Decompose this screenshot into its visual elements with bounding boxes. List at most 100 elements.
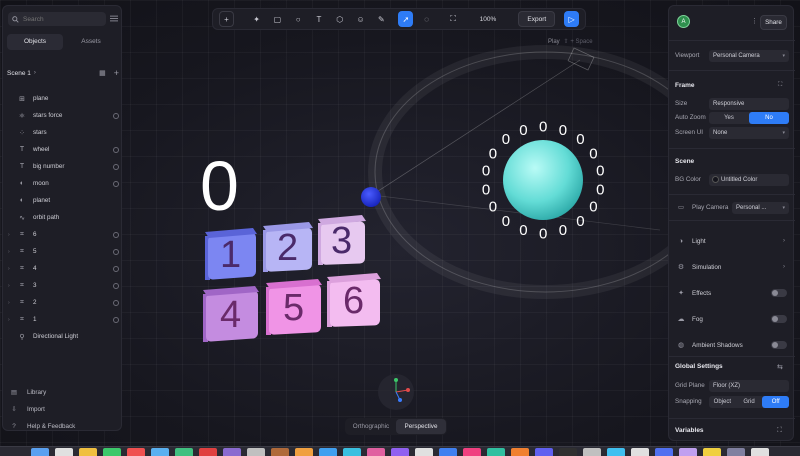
bottom-link[interactable]: ⇩ Import [9, 401, 119, 418]
snapping-toggle[interactable]: Object Grid Off [709, 395, 790, 408]
tree-item[interactable]: ⚲ Directional Light [7, 328, 121, 345]
sliders-icon[interactable]: ⇆ [777, 363, 783, 371]
dock-app-icon[interactable] [343, 447, 361, 456]
visibility-dot-icon[interactable] [113, 112, 119, 119]
number-cube[interactable]: 4 [203, 286, 259, 342]
zoom-level[interactable]: 100% [469, 16, 506, 23]
dock-app-icon[interactable] [295, 447, 313, 456]
dock-app-icon[interactable] [439, 447, 457, 456]
number-cube[interactable]: 6 [327, 273, 381, 327]
scene-feature-row[interactable]: ◑ Light › [675, 234, 789, 248]
add-object-button[interactable]: + [219, 11, 234, 27]
view-perspective[interactable]: Perspective [396, 419, 446, 434]
dock-app-icon[interactable] [727, 447, 745, 456]
dock-app-icon[interactable] [103, 447, 121, 456]
snapping-object[interactable]: Object [709, 396, 736, 408]
share-button[interactable]: Share [760, 15, 787, 30]
visibility-dot-icon[interactable] [113, 163, 119, 170]
scene-feature-row[interactable]: ☁ Fog [675, 312, 789, 326]
number-cubes[interactable]: 1 2 3 4 5 6 [203, 215, 381, 342]
dock-app-icon[interactable] [55, 447, 73, 456]
dock-app-icon[interactable] [391, 447, 409, 456]
dock-app-icon[interactable] [631, 447, 649, 456]
avatar[interactable]: A [677, 15, 690, 28]
comment-icon[interactable]: ◌ [419, 11, 434, 27]
export-button[interactable]: Export [518, 11, 556, 27]
dock-app-icon[interactable] [559, 447, 577, 456]
scene-feature-row[interactable]: ⚙ Simulation › [675, 260, 789, 274]
tab-assets[interactable]: Assets [63, 34, 119, 50]
add-icon[interactable]: + [114, 68, 119, 78]
visibility-dot-icon[interactable] [113, 282, 119, 289]
cube-icon[interactable]: ⬡ [332, 11, 347, 27]
dock-app-icon[interactable] [463, 447, 481, 456]
expand-arrow-icon[interactable]: › [8, 300, 10, 306]
auto-zoom-no[interactable]: No [749, 111, 789, 124]
expand-arrow-icon[interactable]: › [8, 266, 10, 272]
snapping-grid[interactable]: Grid [736, 396, 763, 408]
scene-selector[interactable]: Scene 1 › ▦ + [7, 66, 121, 80]
dock-app-icon[interactable] [511, 447, 529, 456]
view-orthographic[interactable]: Orthographic [346, 419, 396, 434]
expand-icon[interactable]: ⛶ [777, 427, 782, 435]
dock-app-icon[interactable] [367, 447, 385, 456]
visibility-dot-icon[interactable] [113, 180, 119, 187]
expand-arrow-icon[interactable]: › [8, 232, 10, 238]
number-cube[interactable]: 2 [263, 222, 313, 272]
dock-app-icon[interactable] [703, 447, 721, 456]
menu-icon[interactable] [110, 15, 118, 22]
search-input[interactable] [23, 15, 103, 23]
tree-item[interactable]: Twheel [7, 141, 121, 158]
emoji-icon[interactable]: ☺ [353, 11, 368, 27]
number-cube[interactable]: 5 [266, 279, 322, 335]
feature-toggle[interactable] [771, 315, 787, 323]
view-mode-toggle[interactable]: Orthographic Perspective [345, 418, 447, 435]
scene-feature-row[interactable]: ✦ Effects [675, 286, 789, 300]
tree-item[interactable]: ⚛ stars force [7, 107, 121, 124]
number-cube[interactable]: 3 [318, 215, 366, 265]
expand-arrow-icon[interactable]: › [8, 249, 10, 255]
tree-item[interactable]: › ⌗ 3 [7, 277, 121, 294]
grid-plane-select[interactable]: Floor (XZ) [709, 379, 789, 392]
pen-icon[interactable]: ✎ [374, 11, 389, 27]
dock-app-icon[interactable] [247, 447, 265, 456]
dock-app-icon[interactable] [175, 447, 193, 456]
feature-toggle[interactable] [771, 341, 787, 349]
visibility-dot-icon[interactable] [113, 231, 119, 238]
tree-item[interactable]: › ⌗ 6 [7, 226, 121, 243]
select-pointer-icon[interactable]: ➚ [398, 11, 414, 27]
dock-app-icon[interactable] [199, 447, 217, 456]
dock-app-icon[interactable] [607, 447, 625, 456]
visibility-dot-icon[interactable] [113, 146, 119, 153]
tree-item[interactable]: › ⌗ 5 [7, 243, 121, 260]
tree-item[interactable]: ◐ planet [7, 192, 121, 209]
tree-item[interactable]: › ⌗ 2 [7, 294, 121, 311]
dock-app-icon[interactable] [487, 447, 505, 456]
dock-app-icon[interactable] [79, 447, 97, 456]
tree-item[interactable]: ◐ moon [7, 175, 121, 192]
screen-ui-select[interactable]: None ▾ [709, 126, 789, 139]
dock-app-icon[interactable] [223, 447, 241, 456]
layout-grid-icon[interactable]: ▦ [99, 69, 106, 77]
visibility-dot-icon[interactable] [113, 248, 119, 255]
dock-app-icon[interactable] [127, 447, 145, 456]
frame-focus-icon[interactable]: ⛶ [446, 11, 461, 27]
big-number-text[interactable]: 0 [200, 147, 239, 225]
search-box[interactable] [8, 12, 106, 26]
dock-app-icon[interactable] [535, 447, 553, 456]
visibility-dot-icon[interactable] [113, 316, 119, 323]
tree-item[interactable]: › ⌗ 4 [7, 260, 121, 277]
dock-app-icon[interactable] [679, 447, 697, 456]
play-camera-select[interactable]: Personal ... ▾ [732, 201, 789, 214]
dock-app-icon[interactable] [31, 447, 49, 456]
dock-app-icon[interactable] [751, 447, 769, 456]
visibility-dot-icon[interactable] [113, 299, 119, 306]
auto-zoom-toggle[interactable]: Yes No [709, 111, 789, 124]
expand-arrow-icon[interactable]: › [8, 283, 10, 289]
number-cube[interactable]: 1 [205, 228, 257, 280]
auto-zoom-yes[interactable]: Yes [709, 112, 749, 124]
bg-color-select[interactable]: Untitled Color [709, 173, 789, 186]
tree-item[interactable]: Tbig number [7, 158, 121, 175]
text-icon[interactable]: T [312, 11, 327, 27]
more-vertical-icon[interactable]: ⋮ [751, 17, 758, 25]
